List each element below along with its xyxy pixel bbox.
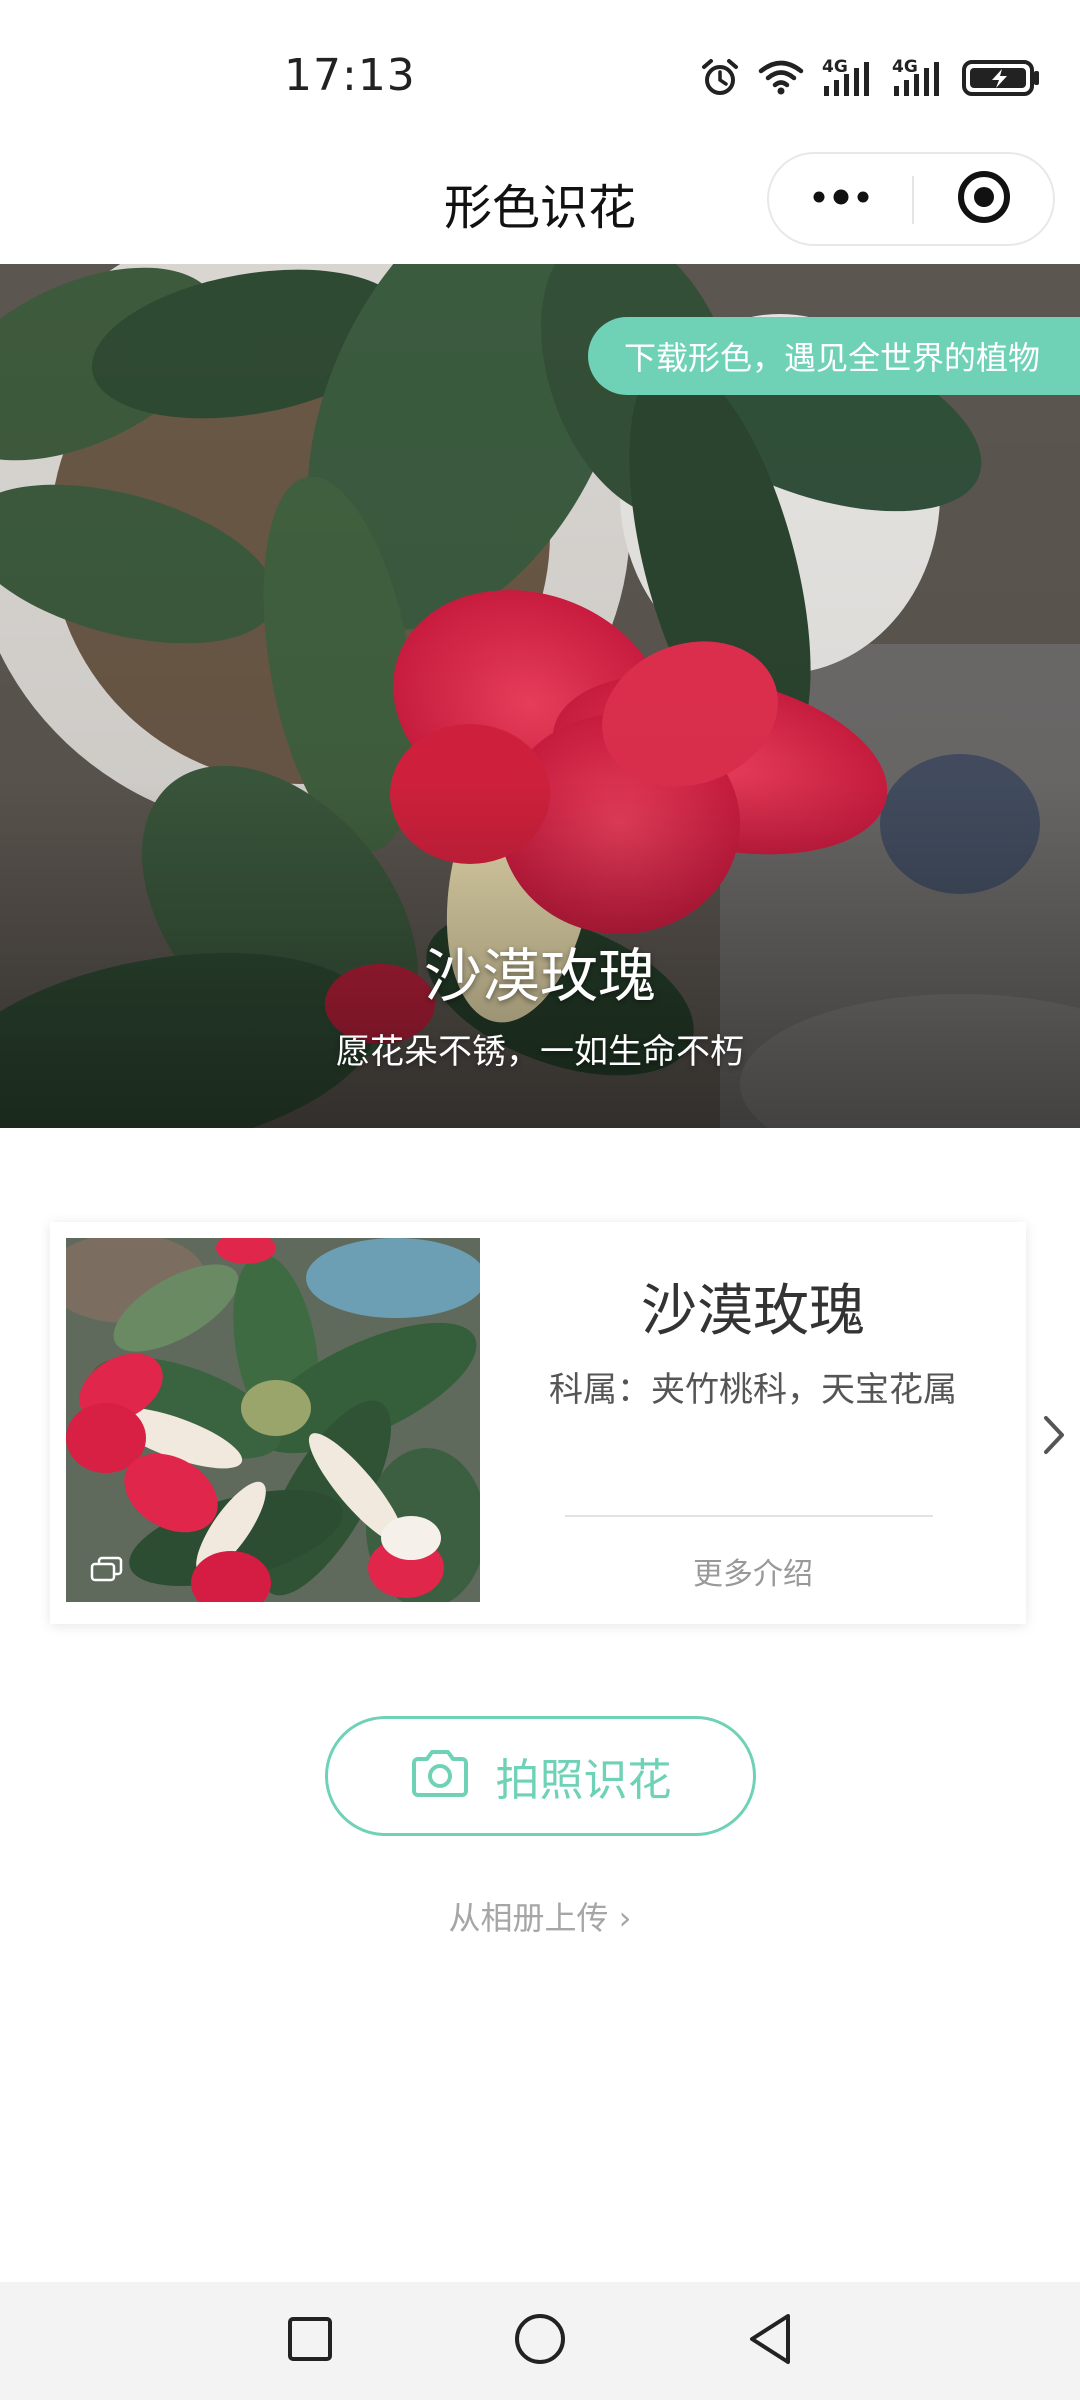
flower-thumbnail[interactable]: [66, 1238, 480, 1602]
nav-bar: 形色识花: [0, 140, 1080, 264]
next-card-button[interactable]: [1038, 1410, 1068, 1460]
gallery-icon: [90, 1556, 124, 1588]
wifi-icon: [758, 59, 804, 97]
svg-text:4G: 4G: [822, 58, 848, 77]
home-icon: [513, 2312, 567, 2370]
mini-program-capsule: [767, 152, 1055, 246]
status-icons: 4G 4G: [700, 54, 1042, 102]
alarm-icon: [700, 58, 740, 98]
target-close-icon: [956, 169, 1012, 229]
system-nav-bar: [0, 2282, 1080, 2400]
status-time: 17:13: [284, 50, 416, 101]
download-badge[interactable]: 下载形色，遇见全世界的植物: [588, 317, 1080, 395]
back-button[interactable]: [710, 2282, 830, 2400]
4g-signal-icon: 4G: [892, 58, 944, 98]
upload-from-album-link[interactable]: 从相册上传 ›: [0, 1893, 1080, 1939]
more-info-link[interactable]: 更多介绍: [480, 1549, 1026, 1593]
close-button[interactable]: [914, 154, 1053, 244]
camera-icon: [410, 1749, 470, 1803]
card-divider: [565, 1515, 933, 1517]
hero-motto: 愿花朵不锈，一如生命不朽: [336, 1032, 744, 1072]
back-icon: [746, 2312, 794, 2370]
more-dots-icon: [811, 189, 871, 209]
recent-apps-button[interactable]: [250, 2282, 370, 2400]
recent-apps-icon: [286, 2315, 334, 2367]
svg-text:4G: 4G: [892, 58, 918, 77]
home-button[interactable]: [480, 2282, 600, 2400]
take-photo-button[interactable]: 拍照识花: [325, 1716, 756, 1836]
take-photo-label: 拍照识花: [495, 1755, 672, 1806]
hero-banner[interactable]: 下载形色，遇见全世界的植物 沙漠玫瑰 愿花朵不锈，一如生命不朽: [0, 264, 1080, 1128]
chevron-right-icon: [1038, 1416, 1068, 1464]
battery-charging-icon: [962, 58, 1042, 98]
flower-card[interactable]: 沙漠玫瑰 科属：夹竹桃科，天宝花属 更多介绍: [50, 1222, 1026, 1624]
more-button[interactable]: [769, 154, 912, 244]
flower-name: 沙漠玫瑰: [641, 1279, 865, 1344]
4g-signal-icon: 4G: [822, 58, 874, 98]
hero-flower-name: 沙漠玫瑰: [423, 942, 656, 1010]
status-bar: 17:13 4G 4G: [0, 0, 1080, 140]
flower-family: 科属：夹竹桃科，天宝花属: [549, 1370, 957, 1410]
